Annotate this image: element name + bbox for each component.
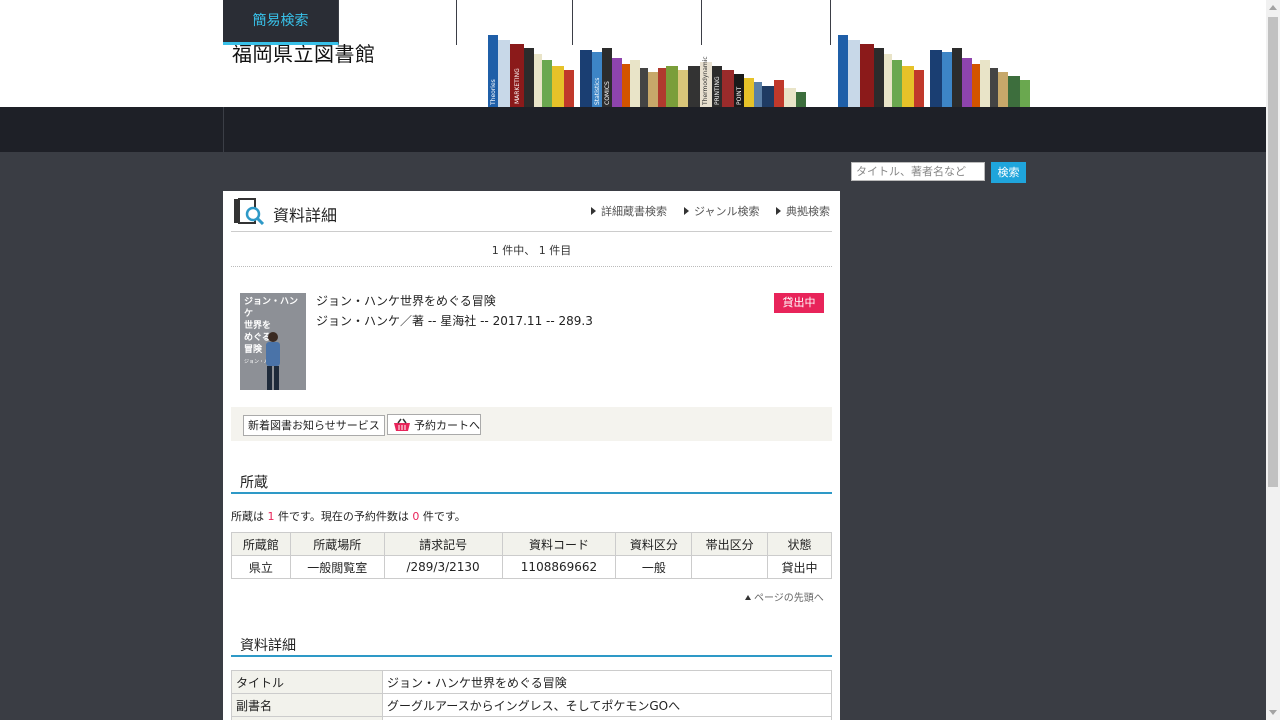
book-search-icon <box>234 198 265 225</box>
reserve-cart-button[interactable]: 予約カートへ <box>387 414 481 435</box>
holdings-table: 所蔵館 所蔵場所 請求記号 資料コード 資料区分 帯出区分 状態 県立 一般閲覧… <box>231 532 832 579</box>
book-title[interactable]: ジョン・ハンケ世界をめぐる冒険 <box>316 292 496 309</box>
link-label: 典拠検索 <box>786 205 830 218</box>
holding-note-text: 所蔵は <box>231 510 268 523</box>
table-cell: /289/3/2130 <box>383 555 503 579</box>
detail-key <box>231 716 383 720</box>
nav-personal-service[interactable]: パーソナルサービス <box>573 0 702 45</box>
column-header: 帯出区分 <box>691 532 769 556</box>
link-label: ジャンル検索 <box>694 205 760 218</box>
details-table: タイトル ジョン・ハンケ世界をめぐる冒険 副書名 グーグルアースからイングレス、… <box>231 670 832 720</box>
holdings-heading-text: 所蔵 <box>240 475 268 491</box>
detail-key: タイトル <box>231 670 383 694</box>
book-spine-label: Thermodynamic <box>702 56 709 106</box>
holdings-heading: 所蔵 <box>231 472 832 494</box>
page-title: 資料詳細 <box>273 206 338 225</box>
book-meta: ジョン・ハンケ／著 -- 星海社 -- 2017.11 -- 289.3 <box>316 314 593 328</box>
quick-search-button[interactable]: 検索 <box>991 162 1026 183</box>
triangle-up-icon <box>745 595 751 600</box>
bookshelf-illustration <box>838 35 1030 107</box>
link-advanced-holdings-search[interactable]: 詳細蔵書検索 <box>591 203 667 219</box>
table-cell: 1108869662 <box>501 555 617 579</box>
column-header: 状態 <box>767 532 832 556</box>
holding-note-text: 件です。 <box>419 510 466 523</box>
details-heading: 資料詳細 <box>231 635 832 657</box>
table-cell: 貸出中 <box>767 555 832 579</box>
book-cover[interactable]: ジョン・ハンケ 世界を めぐる 冒険 ジョン・ハンケ <box>240 293 306 390</box>
cover-person-illustration <box>266 332 280 390</box>
scrollbar-thumb[interactable] <box>1268 17 1278 487</box>
main-nav <box>0 107 1266 152</box>
table-row: 副書名 グーグルアースからイングレス、そしてポケモンGOへ <box>231 693 832 717</box>
nav-materials[interactable]: 資料紹介 <box>457 0 573 45</box>
nav-advanced-search[interactable]: 詳細検索 <box>340 0 457 45</box>
book-spine-label: POINT <box>736 86 743 105</box>
table-cell: 県立 <box>231 555 291 579</box>
column-header: 請求記号 <box>383 532 503 556</box>
details-heading-text: 資料詳細 <box>240 638 296 654</box>
new-books-notify-button[interactable]: 新着図書お知らせサービス <box>243 415 385 436</box>
table-row <box>231 716 832 720</box>
nav-simple-search[interactable]: 簡易検索 <box>223 0 339 45</box>
scroll-down-arrow[interactable] <box>1269 710 1277 715</box>
holding-count: 1 <box>267 510 275 523</box>
content-panel: 資料詳細 詳細蔵書検索 ジャンル検索 典拠検索 1 件中、 1 件目 ジョン・ハ… <box>223 191 840 720</box>
book-spine-label: PRINTING <box>714 76 721 105</box>
result-count: 1 件中、 1 件目 <box>231 232 832 267</box>
table-cell: 一般閲覧室 <box>289 555 385 579</box>
link-label: 詳細蔵書検索 <box>601 205 667 218</box>
book-spine-label: COMICS <box>604 81 611 105</box>
table-row: 県立 一般閲覧室 /289/3/2130 1108869662 一般 貸出中 <box>231 555 832 579</box>
table-cell <box>691 555 769 579</box>
table-cell: 一般 <box>615 555 693 579</box>
cover-title-line: ジョン・ハンケ <box>244 297 299 319</box>
quick-search-input[interactable] <box>851 162 985 181</box>
holding-note-text: 件です。現在の予約件数は <box>274 510 413 523</box>
status-badge: 貸出中 <box>774 293 824 313</box>
column-header: 所蔵館 <box>231 532 291 556</box>
nav-reference[interactable]: レファレンス <box>702 0 831 45</box>
detail-value: グーグルアースからイングレス、そしてポケモンGOへ <box>382 693 832 717</box>
link-genre-search[interactable]: ジャンル検索 <box>684 203 759 219</box>
table-header-row: 所蔵館 所蔵場所 請求記号 資料コード 資料区分 帯出区分 状態 <box>231 532 832 556</box>
page-top-label: ページの先頭へ <box>754 593 824 604</box>
column-header: 所蔵場所 <box>289 532 385 556</box>
link-authority-search[interactable]: 典拠検索 <box>776 203 830 219</box>
table-row: タイトル ジョン・ハンケ世界をめぐる冒険 <box>231 670 832 694</box>
column-header: 資料区分 <box>615 532 693 556</box>
triangle-right-icon <box>684 207 689 215</box>
book-spine-label: MARKETING <box>514 68 521 104</box>
triangle-right-icon <box>776 207 781 215</box>
book-spine-label: Theories <box>490 79 497 106</box>
column-header: 資料コード <box>501 532 617 556</box>
detail-key: 副書名 <box>231 693 383 717</box>
page-header: 資料詳細 詳細蔵書検索 ジャンル検索 典拠検索 <box>231 191 832 232</box>
reserve-cart-label: 予約カートへ <box>414 419 480 432</box>
page-scrollbar[interactable] <box>1266 0 1280 720</box>
action-bar: 新着図書お知らせサービス 予約カートへ <box>231 407 832 441</box>
page-top-link[interactable]: ページの先頭へ <box>745 589 824 604</box>
detail-value <box>382 716 832 720</box>
basket-icon <box>394 418 410 431</box>
detail-value: ジョン・ハンケ世界をめぐる冒険 <box>382 670 832 694</box>
scroll-up-arrow[interactable] <box>1269 5 1277 10</box>
holding-note: 所蔵は 1 件です。現在の予約件数は 0 件です。 <box>231 508 466 524</box>
triangle-right-icon <box>591 207 596 215</box>
book-spine-label: Statistics <box>594 78 601 105</box>
nav-divider <box>223 107 224 152</box>
